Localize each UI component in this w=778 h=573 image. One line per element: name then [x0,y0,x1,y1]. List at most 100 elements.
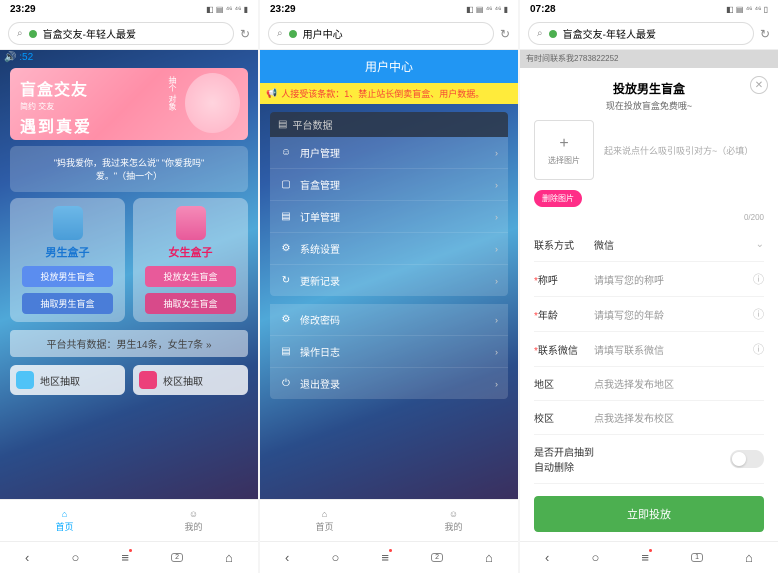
field-value[interactable]: 微信 [594,237,752,252]
panel-account: ⚙修改密码›▤操作日志›⏻退出登录› [270,304,508,399]
sound-indicator[interactable]: 🔊 :52 [4,52,33,63]
close-button[interactable]: ✕ [750,76,768,94]
back-icon[interactable]: ‹ [545,550,549,565]
menu-item[interactable]: ▤操作日志› [270,336,508,368]
refresh-icon[interactable]: ↻ [500,27,510,41]
hero-banner[interactable]: 盲盒交友 简约 交友 遇到真爱 抽个 对象 [10,68,248,140]
menu-icon: ⚙ [280,243,292,254]
user-icon: ☺ [189,509,198,519]
menu-item[interactable]: ⚙修改密码› [270,304,508,336]
menu-nav-icon[interactable]: ≡ [381,550,389,565]
url-field[interactable]: ⌕ 用户中心 [268,22,494,45]
tabs-count[interactable]: 2 [171,553,183,562]
modal-subtitle: 现在投放盲盒免费哦~ [534,99,764,112]
status-icons: ◧ ▤ ⁴⁶ ⁴⁶ ▮ [206,5,248,14]
menu-item[interactable]: ⚙系统设置› [270,233,508,265]
chevron-right-icon: › [495,212,498,222]
menu-item[interactable]: ↻更新记录› [270,265,508,296]
female-icon [176,206,206,240]
form-row: *联系微信请填写联系微信ⓘ [534,332,764,367]
tab-home[interactable]: ⌂首页 [0,500,129,541]
menu-icon: ⚙ [280,314,292,325]
male-draw-button[interactable]: 抽取男生盲盒 [22,293,113,314]
back-icon[interactable]: ‹ [25,550,29,565]
submit-button[interactable]: 立即投放 [534,496,764,532]
url-field[interactable]: ⌕ 盲盒交友-年轻人最爱 [528,22,754,45]
menu-item[interactable]: ⏻退出登录› [270,368,508,399]
toggle-switch[interactable] [730,450,764,468]
status-time: 23:29 [10,4,36,15]
menu-item[interactable]: ▤订单管理› [270,201,508,233]
menu-item[interactable]: ☺用户管理› [270,137,508,169]
tab-home[interactable]: ⌂首页 [260,500,389,541]
back-icon[interactable]: ‹ [285,550,289,565]
menu-nav-icon[interactable]: ≡ [121,550,129,565]
field-value[interactable]: 请填写您的称呼 [594,272,753,287]
secure-icon [29,30,37,38]
female-draw-button[interactable]: 抽取女生盲盒 [145,293,236,314]
notice-bar: 📢人接受该条款：1、禁止站长倒卖盲盒、用户数据。 [260,83,518,104]
menu-nav-icon[interactable]: ≡ [641,550,649,565]
modal-title: 投放男生盲盒 [534,80,764,97]
chevron-right-icon: › [495,276,498,286]
system-nav: ‹ ○ ≡ 2 ⌂ [260,541,518,573]
search-nav-icon[interactable]: ○ [331,550,339,565]
delete-image-button[interactable]: 删除图片 [534,190,582,207]
field-label: *联系微信 [534,342,594,357]
secure-icon [549,30,557,38]
field-value[interactable]: 请填写联系微信 [594,342,753,357]
help-icon[interactable]: ⓘ [753,341,764,357]
status-bar: 23:29 ◧ ▤ ⁴⁶ ⁴⁶ ▮ [0,0,258,18]
chevron-right-icon: › [495,315,498,325]
url-field[interactable]: ⌕ 盲盒交友-年轻人最爱 [8,22,234,45]
field-label: 校区 [534,410,594,425]
tabs-count[interactable]: 1 [691,553,703,562]
male-box-title: 男生盒子 [18,244,117,260]
form-row: 是否开启抽到自动删除 [534,435,764,484]
panel-list: ⚙修改密码›▤操作日志›⏻退出登录› [270,304,508,399]
address-bar: ⌕ 盲盒交友-年轻人最爱 ↻ [0,18,258,50]
home-nav-icon[interactable]: ⌂ [485,550,493,565]
status-bar: 07:28 ◧ ▤ ⁴⁶ ⁴⁶ ▯ [520,0,778,18]
tab-mine[interactable]: ☺我的 [129,500,258,541]
menu-icon: ▤ [280,346,292,357]
tabs-count[interactable]: 2 [431,553,443,562]
search-icon: ⌕ [537,28,543,39]
url-text: 盲盒交友-年轻人最爱 [43,26,136,41]
search-nav-icon[interactable]: ○ [71,550,79,565]
page-content: 用户中心 📢人接受该条款：1、禁止站长倒卖盲盒、用户数据。 ▤平台数据 ☺用户管… [260,50,518,499]
menu-icon: ↻ [280,275,292,286]
field-value[interactable]: 点我选择发布校区 [594,410,764,425]
female-box-title: 女生盒子 [141,244,240,260]
help-icon[interactable]: ⓘ [753,271,764,287]
male-put-button[interactable]: 投放男生盲盒 [22,266,113,287]
search-nav-icon[interactable]: ○ [591,550,599,565]
field-value[interactable]: 点我选择发布地区 [594,376,764,391]
chevron-right-icon: › [495,148,498,158]
status-time: 23:29 [270,4,296,15]
desc-placeholder[interactable]: 起来说点什么吸引吸引对方~（必填） [604,144,764,157]
panel-list: ☺用户管理›▢盲盒管理›▤订单管理›⚙系统设置›↻更新记录› [270,137,508,296]
refresh-icon[interactable]: ↻ [240,27,250,41]
system-nav: ‹ ○ ≡ 1 ⌂ [520,541,778,573]
status-time: 07:28 [530,4,556,15]
tab-mine[interactable]: ☺我的 [389,500,518,541]
menu-icon: ▢ [280,179,292,190]
menu-item[interactable]: ▢盲盒管理› [270,169,508,201]
female-put-button[interactable]: 投放女生盲盒 [145,266,236,287]
upload-image-button[interactable]: +选择图片 [534,120,594,180]
home-nav-icon[interactable]: ⌂ [225,550,233,565]
campus-draw-button[interactable]: 校区抽取 [133,365,248,395]
help-icon[interactable]: ⓘ [753,306,764,322]
refresh-icon[interactable]: ↻ [760,27,770,41]
stats-bar[interactable]: 平台共有数据：男生14条，女生7条 » [10,330,248,357]
chevron-down-icon: ⌄ [756,239,764,250]
home-nav-icon[interactable]: ⌂ [745,550,753,565]
tab-bar: ⌂首页 ☺我的 [0,499,258,541]
banner-tag: 抽个 对象 [167,76,178,110]
url-text: 盲盒交友-年轻人最爱 [563,26,656,41]
field-label: *称呼 [534,272,594,287]
page-content: 🔊 :52 盲盒交友 简约 交友 遇到真爱 抽个 对象 "妈我爱你，我过来怎么说… [0,50,258,499]
field-value[interactable]: 请填写您的年龄 [594,307,753,322]
region-draw-button[interactable]: 地区抽取 [10,365,125,395]
